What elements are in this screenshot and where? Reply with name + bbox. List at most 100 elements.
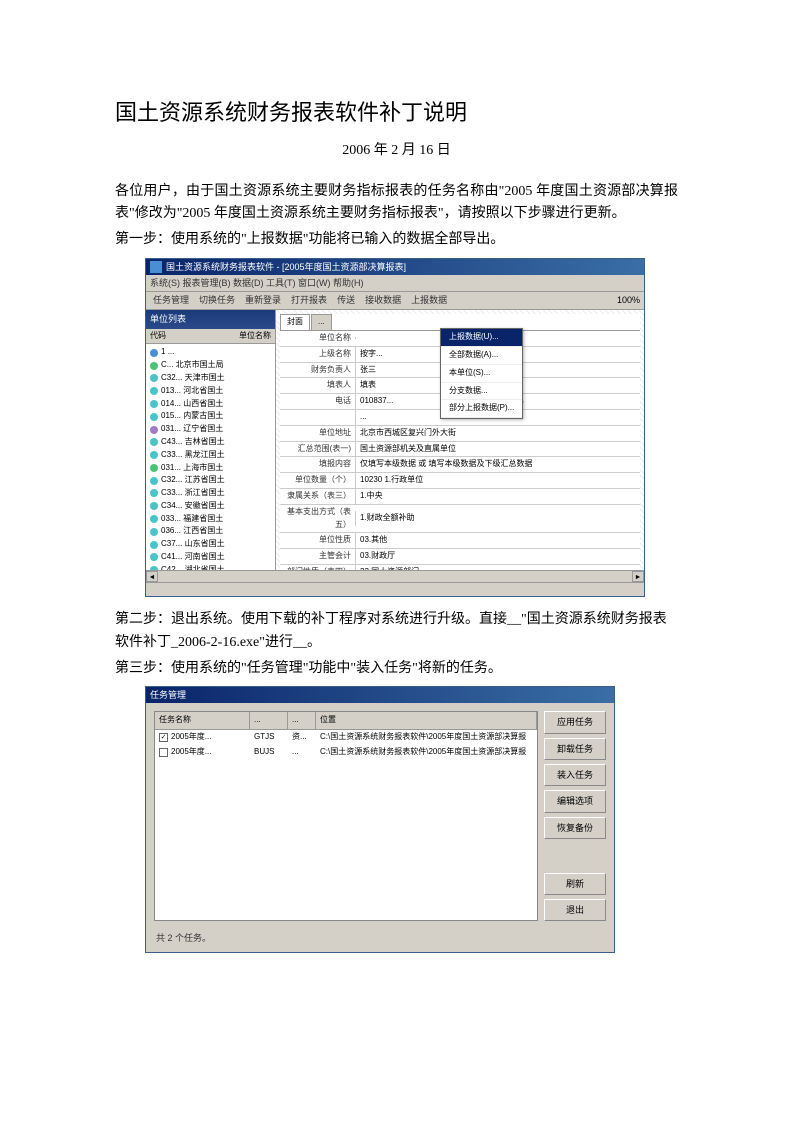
menu-branch-data[interactable]: 分支数据...: [441, 383, 522, 401]
apply-task-button[interactable]: 应用任务: [544, 711, 606, 733]
tree-item[interactable]: C... 北京市国土局: [148, 359, 273, 372]
app-icon: [150, 261, 162, 273]
restore-backup-button[interactable]: 恢复备份: [544, 817, 606, 839]
scroll-right-icon[interactable]: ►: [632, 571, 644, 582]
toolbar-open-report[interactable]: 打开报表: [288, 293, 330, 307]
bullet-icon: [150, 566, 158, 570]
unit-tree[interactable]: 1 ...C... 北京市国土局C32... 天津市国土013... 河北省国土…: [146, 344, 275, 570]
tree-code: C43...: [161, 436, 182, 449]
form-label: 单位名称: [280, 331, 355, 346]
tree-name: 吉林省国土: [185, 436, 225, 449]
tree-code: C41...: [161, 551, 182, 564]
statusbar: [146, 582, 644, 596]
bullet-icon: [150, 541, 158, 549]
list-item[interactable]: 2005年度...BUJS...C:\国土资源系统财务报表软件\2005年度国土…: [155, 745, 537, 760]
tree-item[interactable]: C32... 江苏省国土: [148, 474, 273, 487]
form-row: 主管会计03.财政厅: [280, 549, 640, 565]
tree-item[interactable]: C34... 安徽省国土: [148, 500, 273, 513]
app-window: 国土资源系统财务报表软件 - [2005年度国土资源部决算报表] 系统(S) 报…: [145, 258, 645, 597]
tree-name: 山西省国土: [183, 398, 223, 411]
form-row: 隶属关系（表三）1.中央: [280, 489, 640, 505]
toolbar-receive[interactable]: 接收数据: [362, 293, 404, 307]
col-task-name[interactable]: 任务名称: [155, 712, 250, 729]
refresh-button[interactable]: 刷新: [544, 873, 606, 895]
form-value[interactable]: 北京市西城区复兴门外大街: [355, 426, 640, 441]
form-label: 电话: [280, 394, 355, 409]
tree-name: 河北省国土: [183, 385, 223, 398]
tree-code: 015...: [161, 410, 181, 423]
dialog-title: 任务管理: [150, 688, 610, 702]
menu-all-data[interactable]: 全部数据(A)...: [441, 347, 522, 365]
tree-code: C34...: [161, 500, 182, 513]
task-listview[interactable]: 任务名称 ... ... 位置 ✓2005年度...GTJS资...C:\国土资…: [154, 711, 538, 921]
toolbar-upload[interactable]: 上报数据: [408, 293, 450, 307]
col-path[interactable]: 位置: [316, 712, 537, 729]
form-value[interactable]: 1.中央: [355, 489, 640, 504]
zoom-value[interactable]: 100%: [617, 293, 640, 307]
toolbar-task-mgmt[interactable]: 任务管理: [150, 293, 192, 307]
step3-text: 第三步：使用系统的"任务管理"功能中"装入任务"将新的任务。: [115, 658, 678, 680]
checkbox-icon[interactable]: ✓: [159, 733, 168, 742]
tree-item[interactable]: 014... 山西省国土: [148, 398, 273, 411]
tab-cover[interactable]: 封面: [280, 314, 310, 330]
tree-item[interactable]: C42... 湖北省国土: [148, 564, 273, 570]
tab-other[interactable]: ...: [311, 314, 332, 330]
menubar[interactable]: 系统(S) 报表管理(B) 数据(D) 工具(T) 窗口(W) 帮助(H): [146, 275, 644, 292]
bullet-icon: [150, 413, 158, 421]
exit-button[interactable]: 退出: [544, 899, 606, 921]
tree-item[interactable]: 1 ...: [148, 346, 273, 359]
form-value[interactable]: 国土资源部机关及直属单位: [355, 442, 640, 457]
sidebar-columns: 代码 单位名称: [146, 329, 275, 345]
titlebar: 国土资源系统财务报表软件 - [2005年度国土资源部决算报表]: [146, 259, 644, 275]
titlebar-text: 国土资源系统财务报表软件 - [2005年度国土资源部决算报表]: [166, 260, 640, 274]
form-value[interactable]: 03.财政厅: [355, 549, 640, 564]
tree-item[interactable]: 013... 河北省国土: [148, 385, 273, 398]
form-value[interactable]: 10230 1.行政单位: [355, 473, 640, 488]
form-value[interactable]: 仅填写本级数据 或 填写本级数据及下级汇总数据: [355, 457, 640, 472]
form-value[interactable]: 03.其他: [355, 533, 640, 548]
tree-item[interactable]: C41... 河南省国土: [148, 551, 273, 564]
menu-partial-upload[interactable]: 部分上报数据(P)...: [441, 400, 522, 418]
toolbar-send[interactable]: 传送: [334, 293, 358, 307]
tree-item[interactable]: 015... 内蒙古国土: [148, 410, 273, 423]
bullet-icon: [150, 387, 158, 395]
col-2[interactable]: ...: [250, 712, 288, 729]
tree-code: 014...: [161, 398, 181, 411]
tree-item[interactable]: 031... 辽宁省国土: [148, 423, 273, 436]
scrollbar-horizontal[interactable]: ◄ ►: [146, 570, 644, 582]
load-task-button[interactable]: 装入任务: [544, 764, 606, 786]
col-3[interactable]: ...: [288, 712, 316, 729]
form-value[interactable]: 33.国土资源部门: [355, 565, 640, 570]
scroll-left-icon[interactable]: ◄: [146, 571, 158, 582]
tree-name: 福建省国土: [183, 513, 223, 526]
tree-name: 天津市国土: [185, 372, 225, 385]
form-label: 单位性质: [280, 533, 355, 548]
tree-item[interactable]: C33... 浙江省国土: [148, 487, 273, 500]
edit-options-button[interactable]: 编辑选项: [544, 790, 606, 812]
toolbar-switch-task[interactable]: 切换任务: [196, 293, 238, 307]
bullet-icon: [150, 349, 158, 357]
unload-task-button[interactable]: 卸载任务: [544, 738, 606, 760]
list-item[interactable]: ✓2005年度...GTJS资...C:\国土资源系统财务报表软件\2005年度…: [155, 730, 537, 745]
tree-item[interactable]: 033... 福建省国土: [148, 513, 273, 526]
toolbar-relogin[interactable]: 重新登录: [242, 293, 284, 307]
bullet-icon: [150, 502, 158, 510]
menu-upload-data[interactable]: 上报数据(U)...: [441, 329, 522, 347]
tree-item[interactable]: 036... 江西省国土: [148, 525, 273, 538]
bullet-icon: [150, 528, 158, 536]
form-value[interactable]: 1.财政全额补助: [355, 511, 640, 526]
checkbox-icon[interactable]: [159, 748, 168, 757]
tree-item[interactable]: C37... 山东省国土: [148, 538, 273, 551]
tree-item[interactable]: C43... 吉林省国土: [148, 436, 273, 449]
menu-self-unit[interactable]: 本单位(S)...: [441, 365, 522, 383]
bullet-icon: [150, 477, 158, 485]
tree-item[interactable]: 031... 上海市国土: [148, 462, 273, 475]
bullet-icon: [150, 489, 158, 497]
tree-item[interactable]: C32... 天津市国土: [148, 372, 273, 385]
tree-name: 上海市国土: [183, 462, 223, 475]
form-row: 基本支出方式（表五）1.财政全额补助: [280, 505, 640, 534]
bullet-icon: [150, 464, 158, 472]
listview-header: 任务名称 ... ... 位置: [155, 712, 537, 730]
form-value2[interactable]: [523, 401, 641, 403]
tree-item[interactable]: C33... 黑龙江国土: [148, 449, 273, 462]
